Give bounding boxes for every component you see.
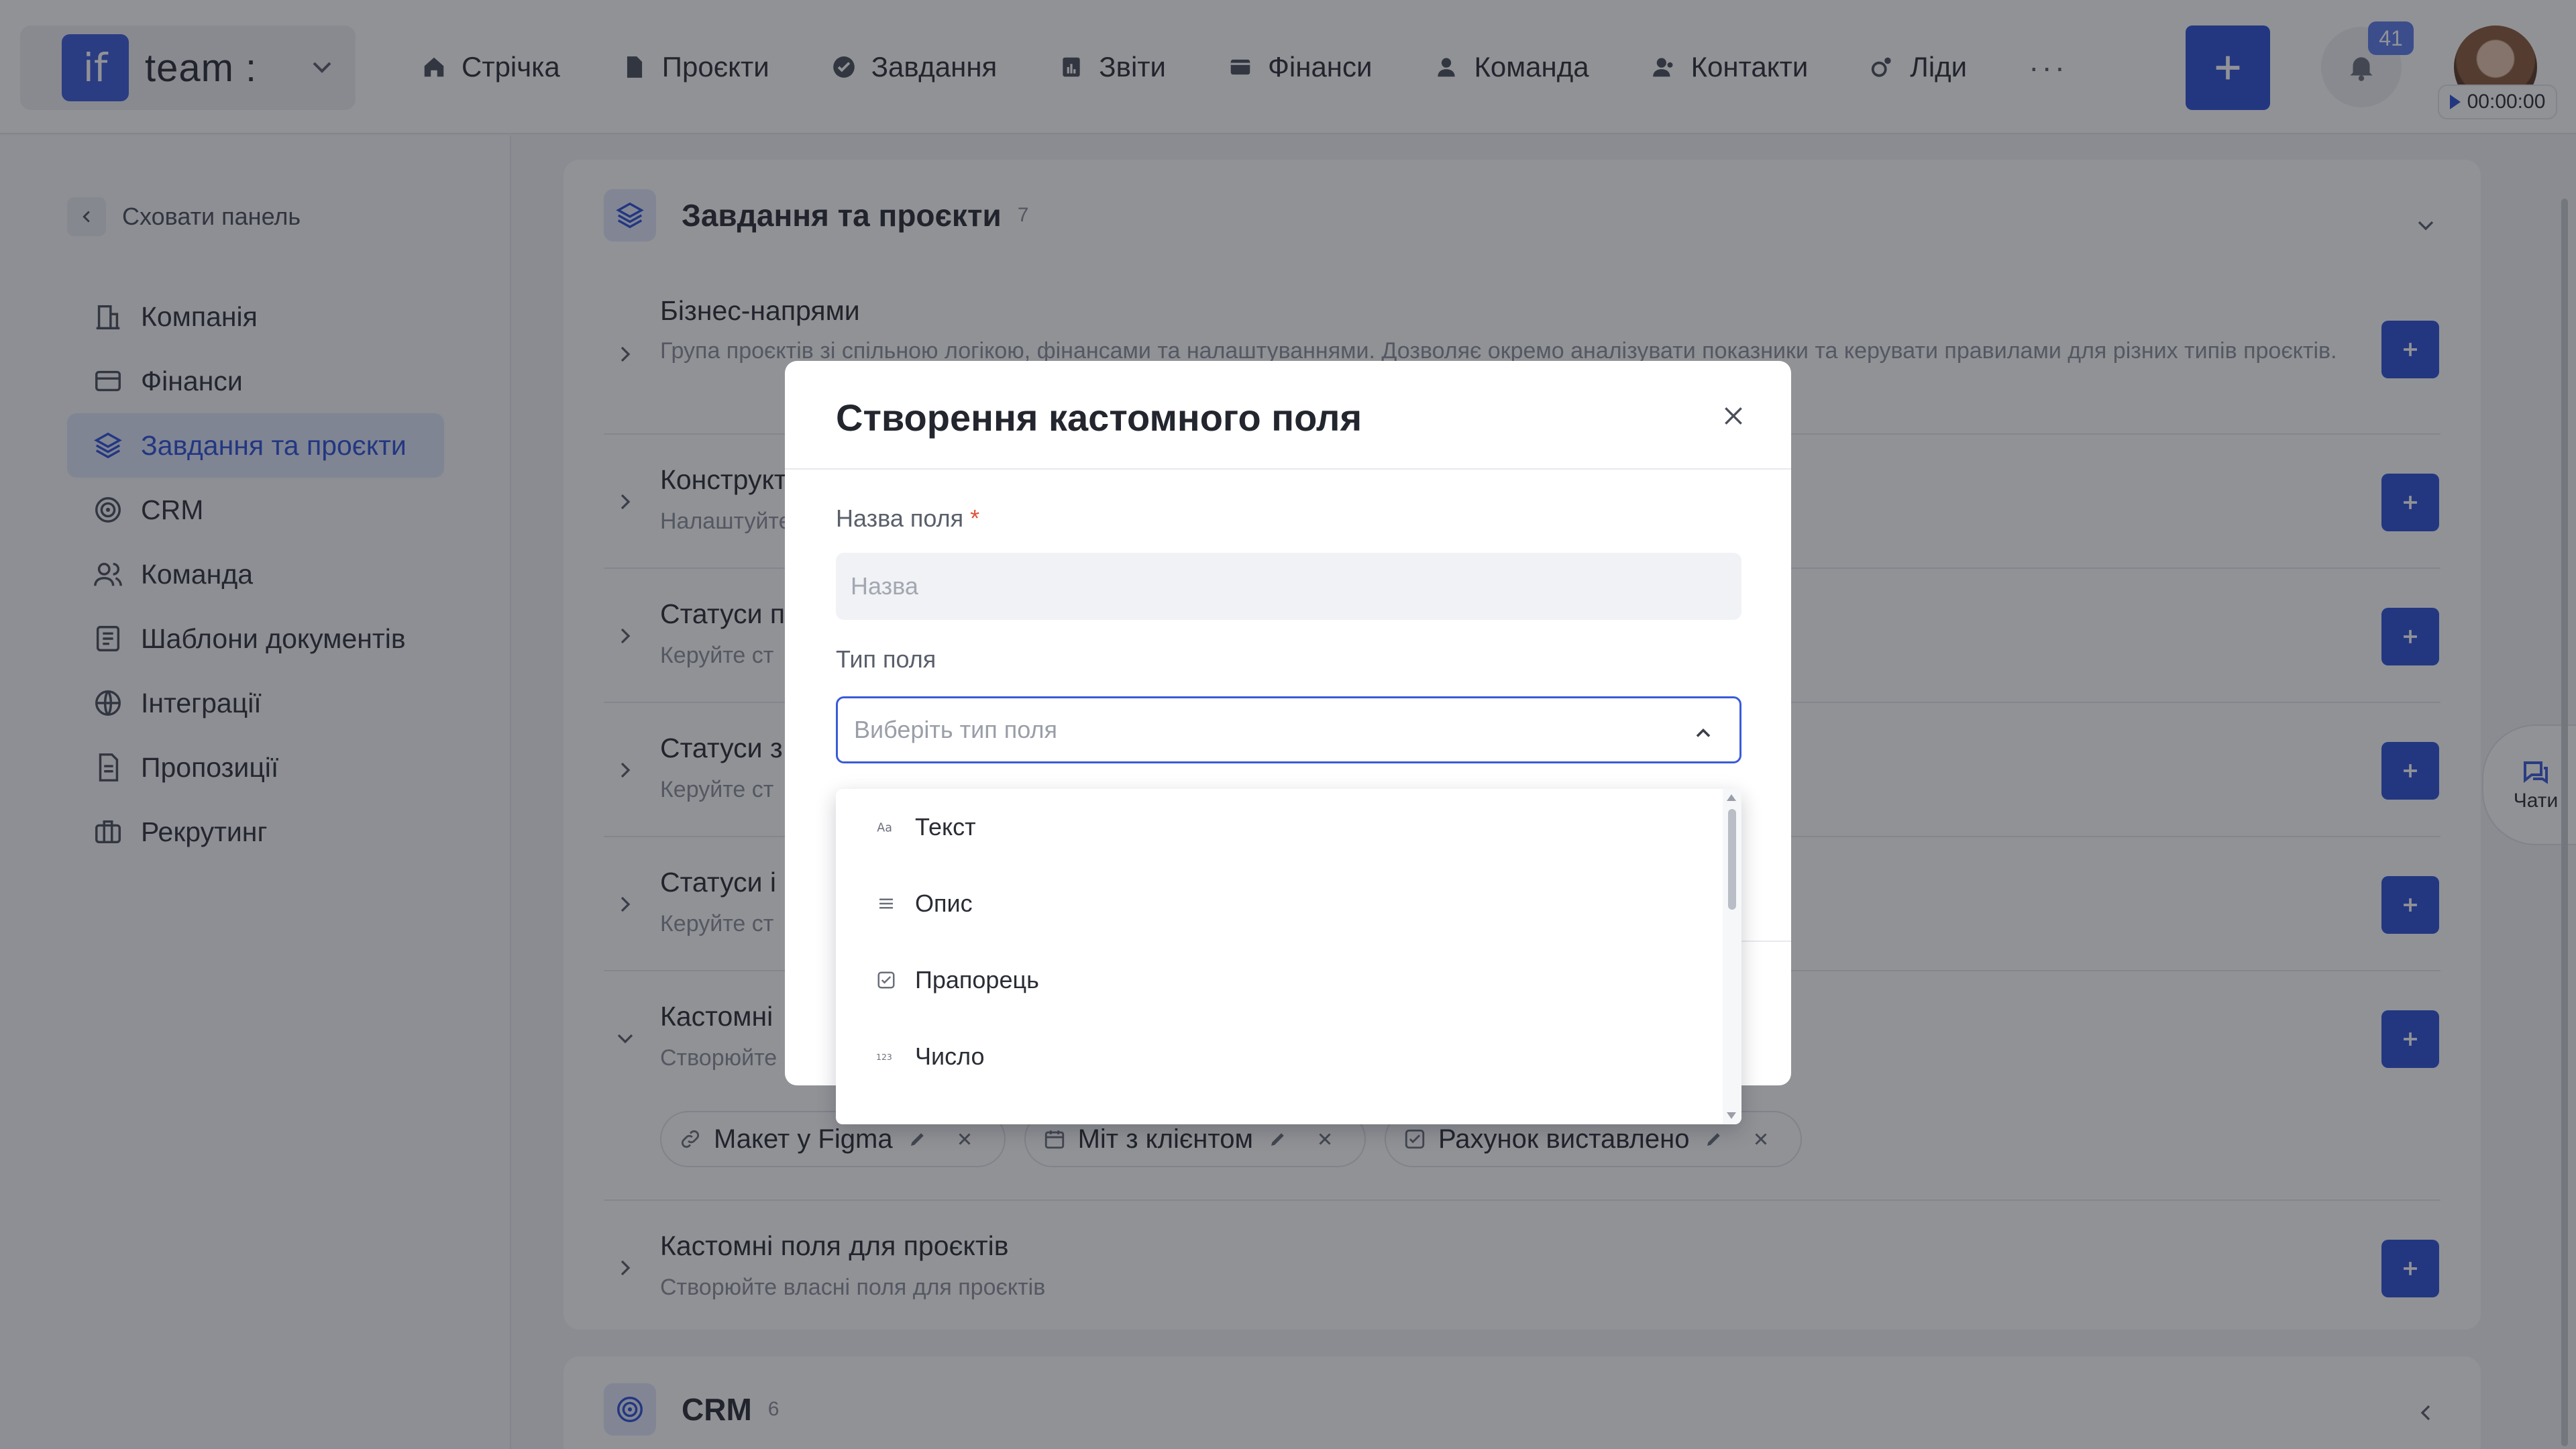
field-type-select[interactable]: Виберіть тип поля xyxy=(836,696,1741,763)
field-name-input[interactable] xyxy=(836,553,1741,620)
option-label: Прапорець xyxy=(915,966,1039,994)
field-type-label: Тип поля xyxy=(836,645,936,673)
option-label: Текст xyxy=(915,813,976,841)
modal-header: Створення кастомного поля xyxy=(785,361,1791,470)
modal-title: Створення кастомного поля xyxy=(836,396,1362,439)
field-name-label: Назва поля * xyxy=(836,504,979,533)
option-number[interactable]: 123 Число xyxy=(836,1018,1741,1095)
svg-text:Aa: Aa xyxy=(877,821,892,835)
description-lines-icon xyxy=(879,898,893,909)
close-button[interactable] xyxy=(1715,397,1752,435)
text-type-icon: Aa xyxy=(877,821,892,835)
chevron-up-icon xyxy=(1696,728,1711,737)
option-description[interactable]: Опис xyxy=(836,865,1741,942)
field-type-placeholder: Виберіть тип поля xyxy=(854,716,1057,743)
scroll-up-arrow[interactable] xyxy=(1727,794,1736,801)
option-label: Опис xyxy=(915,890,973,917)
scroll-down-arrow[interactable] xyxy=(1727,1112,1736,1119)
option-text[interactable]: Aa Текст xyxy=(836,789,1741,865)
number-icon: 123 xyxy=(876,1052,892,1062)
scrollbar-thumb[interactable] xyxy=(1728,809,1736,910)
field-type-dropdown: Aa Текст Опис Прапорець 123 Число Випадн… xyxy=(836,789,1741,1124)
required-marker: * xyxy=(970,504,980,532)
checkbox-icon xyxy=(877,971,895,989)
field-name-label-text: Назва поля xyxy=(836,504,964,532)
option-label: Число xyxy=(915,1042,985,1070)
option-dropdown-menu[interactable]: Випадне меню xyxy=(836,1095,1741,1124)
option-label: Випадне меню xyxy=(915,1119,1080,1124)
close-icon xyxy=(1725,407,1742,425)
dropdown-scrollbar[interactable] xyxy=(1723,789,1741,1124)
dropdown-menu-icon xyxy=(876,1123,896,1124)
option-checkbox[interactable]: Прапорець xyxy=(836,942,1741,1018)
svg-text:123: 123 xyxy=(876,1052,892,1062)
